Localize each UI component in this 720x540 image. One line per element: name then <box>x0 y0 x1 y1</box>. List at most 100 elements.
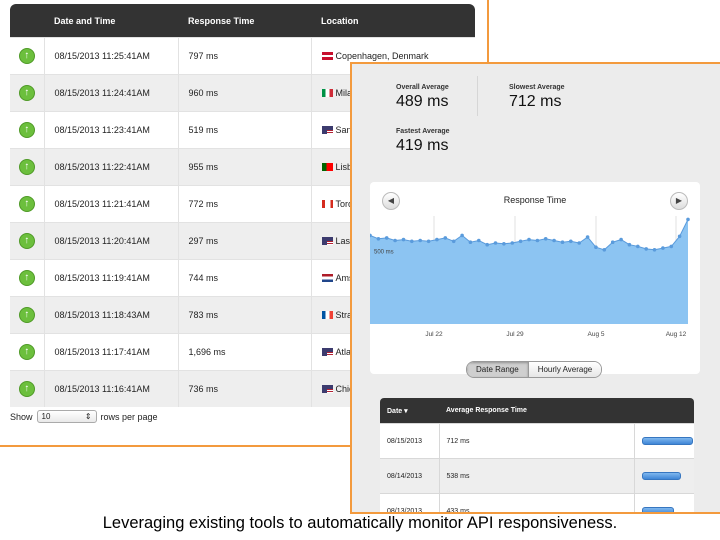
chart-point[interactable] <box>510 241 515 245</box>
chart-point[interactable] <box>393 238 397 243</box>
flag-icon <box>321 52 333 60</box>
up-arrow-icon: ↑ <box>18 85 35 101</box>
average-bar-cell <box>634 493 694 512</box>
fastest-average-label: Fastest Average <box>396 128 450 135</box>
chart-point[interactable] <box>661 246 665 250</box>
chart-point[interactable] <box>652 248 657 252</box>
chart-area <box>370 219 688 324</box>
slowest-average-stat: Slowest Average 712 ms <box>509 84 565 111</box>
x-tick-label: Aug 12 <box>666 331 687 338</box>
x-tick-label: Aug 5 <box>588 331 605 338</box>
datetime-cell: 08/15/2013 11:20:41AM <box>44 222 179 260</box>
column-header-date-time[interactable]: Date and Time <box>44 4 178 38</box>
stat-divider <box>477 76 478 116</box>
column-header-location[interactable]: Location <box>311 4 475 38</box>
date-cell: 08/13/2013 <box>380 493 439 512</box>
up-arrow-icon: ↑ <box>18 48 35 64</box>
chart-point[interactable] <box>384 236 389 240</box>
datetime-cell: 08/15/2013 11:25:41AM <box>44 37 179 75</box>
table-row[interactable]: 08/13/2013 433 ms <box>380 493 694 512</box>
chart-point[interactable] <box>410 239 414 244</box>
status-cell: ↑ <box>10 370 45 407</box>
status-cell: ↑ <box>10 185 45 223</box>
chart-point[interactable] <box>627 242 632 247</box>
datetime-cell: 08/15/2013 11:23:41AM <box>44 111 179 149</box>
flag-icon <box>321 385 333 393</box>
average-bar-cell <box>634 458 694 494</box>
column-header-response-time[interactable]: Response Time <box>178 4 311 38</box>
column-header-date[interactable]: Date ▾ <box>380 398 439 424</box>
chart-point[interactable] <box>677 234 682 239</box>
table-row[interactable]: 08/15/2013 712 ms <box>380 423 694 459</box>
chart-point[interactable] <box>527 237 531 242</box>
date-cell: 08/14/2013 <box>380 458 439 494</box>
status-cell: ↑ <box>10 111 45 149</box>
datetime-cell: 08/15/2013 11:17:41AM <box>44 333 179 371</box>
chart-point[interactable] <box>376 237 381 241</box>
average-value-cell: 538 ms <box>438 458 635 494</box>
chart-point[interactable] <box>585 235 590 239</box>
datetime-cell: 08/15/2013 11:16:41AM <box>44 370 179 407</box>
chart-point[interactable] <box>418 238 422 243</box>
chart-point[interactable] <box>435 237 439 242</box>
response-time-cell: 772 ms <box>178 185 312 223</box>
flag-icon <box>321 311 333 319</box>
slowest-average-label: Slowest Average <box>509 84 565 91</box>
chart-point[interactable] <box>426 239 431 244</box>
chart-point[interactable] <box>518 239 523 244</box>
chart-point[interactable] <box>619 237 623 242</box>
chart-point[interactable] <box>468 240 473 244</box>
chart-point[interactable] <box>594 245 598 249</box>
chart-point[interactable] <box>451 239 456 244</box>
chart-point[interactable] <box>577 241 581 245</box>
chart-point[interactable] <box>477 238 481 243</box>
flag-icon <box>321 126 333 134</box>
average-value-cell: 712 ms <box>438 423 635 459</box>
average-bar-cell <box>634 423 694 459</box>
flag-icon <box>321 274 333 282</box>
table-row[interactable]: 08/14/2013 538 ms <box>380 458 694 494</box>
averages-panel: Overall Average 489 ms Slowest Average 7… <box>350 62 720 514</box>
response-time-chart: ◀ ▶ Response Time 500 ms Jul 22 Jul 29 Aug … <box>370 182 700 374</box>
chart-point[interactable] <box>401 237 406 242</box>
average-bar <box>641 472 682 480</box>
chart-point[interactable] <box>669 244 674 249</box>
location-text: Copenhagen, Denmark <box>335 51 429 61</box>
response-time-cell: 1,696 ms <box>178 333 312 371</box>
up-arrow-icon: ↑ <box>18 381 35 397</box>
chart-point[interactable] <box>569 239 573 244</box>
chart-point[interactable] <box>485 242 489 247</box>
rows-per-page-select[interactable]: 10 ⇕ <box>36 410 97 423</box>
chart-point[interactable] <box>602 248 607 252</box>
average-bar <box>641 507 674 512</box>
response-time-cell: 297 ms <box>178 222 312 260</box>
date-cell: 08/15/2013 <box>380 423 439 459</box>
overall-average-stat: Overall Average 489 ms <box>396 84 449 111</box>
chart-point[interactable] <box>560 240 565 244</box>
chart-point[interactable] <box>535 238 540 243</box>
response-time-cell: 783 ms <box>178 296 312 334</box>
date-range-toggle[interactable]: Date Range <box>467 362 528 377</box>
chart-point[interactable] <box>493 241 498 245</box>
column-header-average-response-time[interactable]: Average Response Time <box>439 398 694 424</box>
up-arrow-icon: ↑ <box>18 159 35 175</box>
chart-point[interactable] <box>460 233 464 238</box>
rows-per-page-label: rows per page <box>100 411 158 422</box>
hourly-average-toggle[interactable]: Hourly Average <box>527 362 602 377</box>
up-arrow-icon: ↑ <box>18 122 35 138</box>
chart-point[interactable] <box>502 242 506 246</box>
chart-point[interactable] <box>644 247 648 251</box>
chart-point[interactable] <box>686 217 690 222</box>
chart-point[interactable] <box>610 240 615 244</box>
chart-point[interactable] <box>543 237 548 241</box>
table-header-row: Date and Time Response Time Location <box>10 4 475 38</box>
fastest-average-stat: Fastest Average 419 ms <box>396 128 450 155</box>
fastest-average-value: 419 ms <box>396 137 449 154</box>
chart-point[interactable] <box>552 238 556 243</box>
chart-plot: 500 ms Jul 22 Jul 29 Aug 5 Aug 12 <box>370 216 690 338</box>
chart-point[interactable] <box>636 244 640 249</box>
chart-point[interactable] <box>443 236 448 240</box>
y-tick-label: 500 ms <box>374 250 394 256</box>
select-arrows-icon: ⇕ <box>84 412 92 421</box>
status-cell: ↑ <box>10 37 45 75</box>
